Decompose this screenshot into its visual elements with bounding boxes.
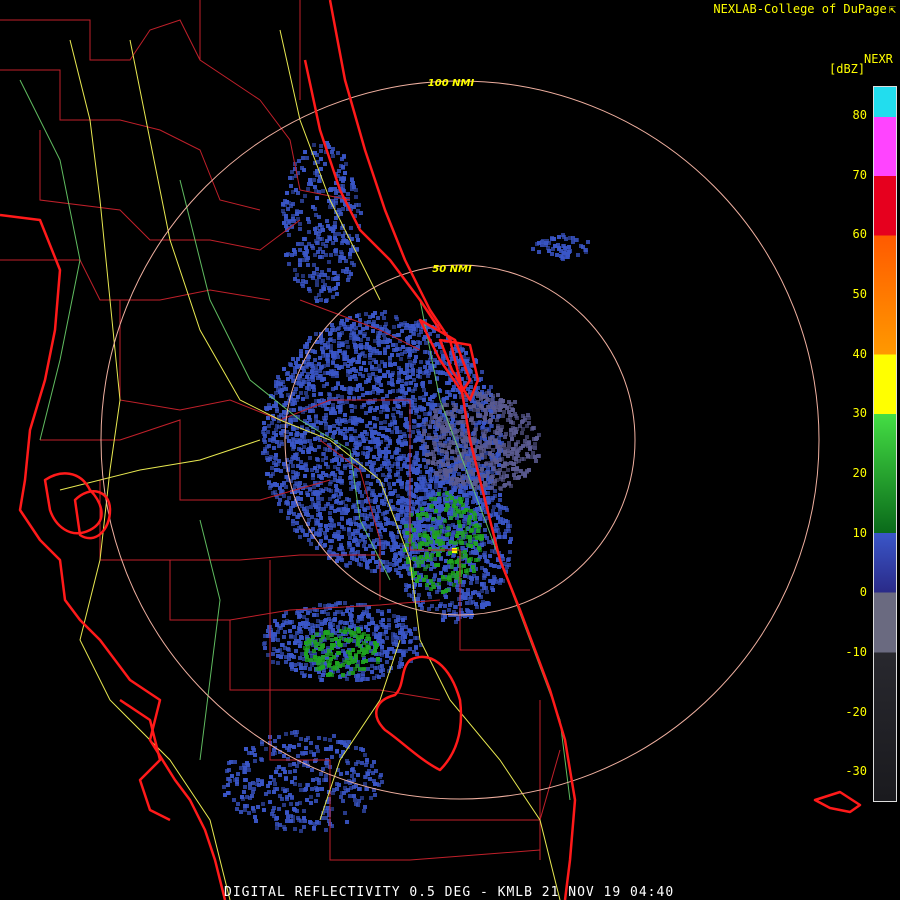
legend-tick: 70 bbox=[852, 167, 867, 182]
legend-tick: 60 bbox=[852, 227, 867, 242]
legend-tick: 0 bbox=[859, 585, 867, 600]
legend-tick: -10 bbox=[845, 644, 867, 659]
radar-map: 100 NMI 50 NMI NEXLAB-College of DuPage ⇱… bbox=[0, 0, 900, 900]
legend-product-label: NEXR bbox=[864, 52, 893, 66]
legend-tick: 40 bbox=[852, 346, 867, 361]
product-caption: DIGITAL REFLECTIVITY 0.5 DEG - KMLB 21 N… bbox=[224, 885, 675, 900]
legend-tick: 80 bbox=[852, 107, 867, 122]
legend-tick: 10 bbox=[852, 525, 867, 540]
radar-map-canvas: 100 NMI 50 NMI bbox=[0, 0, 862, 900]
legend-tick: 50 bbox=[852, 286, 867, 301]
nexlab-logo-icon: ⇱ bbox=[888, 2, 896, 16]
reflectivity-color-scale bbox=[873, 86, 897, 802]
reflectivity-echoes bbox=[222, 141, 590, 833]
legend-tick: -30 bbox=[845, 764, 867, 779]
legend-tick: 20 bbox=[852, 465, 867, 480]
credit-label: NEXLAB-College of DuPage ⇱ bbox=[713, 2, 896, 16]
legend-tick: 30 bbox=[852, 406, 867, 421]
ring-label-100nmi: 100 NMI bbox=[428, 78, 475, 89]
legend-unit-label: [dBZ] bbox=[829, 62, 866, 76]
legend-tick: -20 bbox=[845, 704, 867, 719]
credit-text: NEXLAB-College of DuPage bbox=[713, 2, 887, 16]
ring-label-50nmi: 50 NMI bbox=[432, 264, 472, 275]
